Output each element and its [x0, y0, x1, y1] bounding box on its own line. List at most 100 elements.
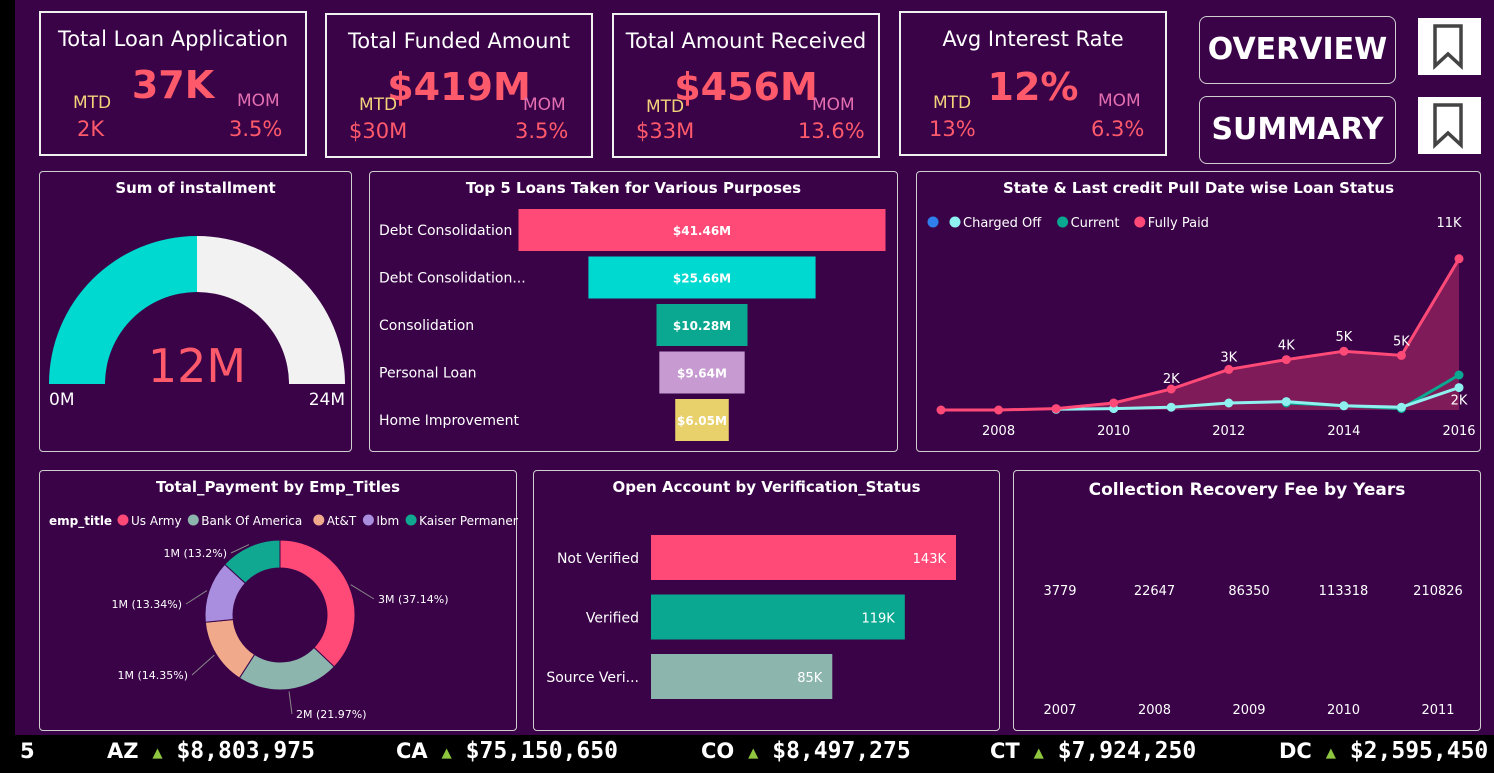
series-point [1224, 398, 1234, 408]
x-tick-label: 2010 [1097, 424, 1130, 439]
ticker-item: DC ▲ $2,595,450 [1279, 738, 1488, 764]
gauge-panel[interactable]: Sum of installment 12M 0M 24M [39, 171, 352, 452]
funnel-data-label: $25.66M [673, 272, 731, 286]
kpi-card-amount-received[interactable]: Total Amount Received $456M MTD $33M MOM… [612, 13, 880, 158]
bar [651, 535, 956, 580]
funnel-data-label: $6.05M [677, 414, 727, 428]
overview-button[interactable]: OVERVIEW [1199, 16, 1396, 84]
ticker-item: AZ ▲ $8,803,975 [107, 738, 315, 764]
kpi-mom-value: 6.3% [1091, 117, 1145, 141]
ticker-amount: $8,497,275 [772, 738, 911, 764]
funnel-category-label: Debt Consolidation... [379, 271, 526, 287]
bar-data-label: 85K [797, 671, 823, 686]
ticker-item: 5 [20, 739, 35, 763]
state-ticker: 5 AZ ▲ $8,803,975 CA ▲ $75,150,650 CO ▲ … [15, 735, 1494, 773]
triangle-up-icon: ▲ [441, 743, 452, 763]
slice-label: 1M (13.34%) [111, 598, 182, 611]
series-point [994, 405, 1004, 415]
triangle-up-icon: ▲ [1033, 743, 1044, 763]
payment-by-emp-panel[interactable]: Total_Payment by Emp_Titles emp_title Us … [39, 470, 518, 731]
top-purposes-panel[interactable]: Top 5 Loans Taken for Various Purposes D… [369, 171, 898, 452]
legend-label: Kaiser Permanente [419, 514, 518, 528]
bookmark-button-summary[interactable] [1418, 97, 1481, 154]
ticker-item: CA ▲ $75,150,650 [396, 738, 618, 764]
x-tick-label: 2008 [982, 424, 1015, 439]
fee-value-label: 3779 [1043, 584, 1076, 599]
ticker-item: CO ▲ $8,497,275 [701, 738, 911, 764]
slice-label: 2M (21.97%) [296, 708, 367, 721]
year-label: 2007 [1043, 703, 1076, 718]
x-tick-label: 2016 [1442, 424, 1475, 439]
kpi-mom-label: MOM [523, 95, 566, 115]
data-label: 5K [1335, 330, 1352, 345]
bar-category-label: Not Verified [557, 551, 639, 567]
kpi-mom-value: 3.5% [515, 119, 569, 143]
legend-label: Current [1071, 216, 1120, 231]
series-point [1454, 383, 1464, 393]
kpi-mtd-value: 13% [929, 117, 976, 141]
triangle-up-icon: ▲ [748, 743, 759, 763]
kpi-title: Total Loan Application [57, 27, 289, 51]
bookmark-button-overview[interactable] [1418, 18, 1481, 75]
legend-label: At&T [327, 514, 357, 528]
year-label: 2011 [1421, 703, 1454, 718]
series-point [1339, 346, 1349, 356]
kpi-title: Total Amount Received [625, 29, 867, 53]
legend-marker [405, 514, 417, 526]
slice-label: 3M (37.14%) [378, 593, 449, 606]
funnel-data-label: $9.64M [677, 367, 727, 381]
bar-data-label: 143K [913, 552, 947, 567]
fee-value-label: 113318 [1319, 584, 1369, 599]
gauge-max-label: 24M [309, 390, 345, 410]
year-label: 2010 [1327, 703, 1360, 718]
data-label: 11K [1436, 216, 1462, 231]
kpi-card-interest-rate[interactable]: Avg Interest Rate 12% MTD 13% MOM 6.3% [899, 11, 1167, 156]
legend-label: Ibm [376, 514, 399, 528]
kpi-mtd-label: MTD [646, 97, 685, 117]
gauge-value-label: 12M [148, 339, 246, 393]
donut-chart: emp_title Us Army Bank Of America At&T Ibm Ka… [49, 514, 518, 721]
fully-paid-area [941, 258, 1459, 410]
gauge-min-label: 0M [49, 390, 74, 410]
kpi-mtd-label: MTD [73, 93, 112, 113]
kpi-mom-value: 3.5% [229, 117, 283, 141]
kpi-mtd-value: 2K [77, 117, 105, 141]
funnel-category-label: Home Improvement [379, 413, 519, 429]
data-label: 3K [1220, 350, 1237, 365]
ticker-amount: $75,150,650 [465, 738, 618, 764]
series-point [1396, 350, 1406, 360]
x-tick-label: 2014 [1327, 424, 1360, 439]
donut-slice [279, 539, 356, 668]
legend-marker [949, 216, 961, 228]
kpi-mtd-label: MTD [359, 95, 398, 115]
recovery-fee-table: 3779 2007 22647 2008 86350 2009 113318 2010 2108… [1043, 584, 1462, 718]
bar-category-label: Source Veri... [546, 670, 639, 686]
kpi-card-loan-applications[interactable]: Total Loan Application 37K MTD 2K MOM 3.… [39, 11, 307, 156]
kpi-mom-label: MOM [237, 91, 280, 111]
funnel-data-label: $41.46M [673, 224, 731, 238]
legend-label: Fully Paid [1148, 216, 1209, 231]
slice-label: 1M (14.35%) [117, 669, 188, 682]
data-label: 2K [1451, 394, 1468, 409]
leader-line [185, 590, 208, 605]
recovery-fee-panel[interactable]: Collection Recovery Fee by Years 3779 200… [1013, 470, 1481, 731]
left-edge [0, 0, 15, 773]
verification-panel[interactable]: Open Account by Verification_Status Not … [533, 470, 1000, 731]
kpi-card-funded-amount[interactable]: Total Funded Amount $419M MTD $30M MOM 3… [325, 13, 593, 158]
triangle-up-icon: ▲ [1325, 743, 1336, 763]
bookmark-icon [1433, 103, 1463, 149]
series-point [1281, 355, 1291, 365]
ticker-item: CT ▲ $7,924,250 [990, 738, 1196, 764]
legend-label: Charged Off [963, 216, 1042, 231]
series-point [1051, 404, 1061, 414]
bar-category-label: Verified [586, 611, 639, 627]
legend-marker [362, 514, 374, 526]
summary-button[interactable]: SUMMARY [1199, 96, 1396, 164]
loan-status-panel[interactable]: State & Last credit Pull Date wise Loan … [916, 171, 1481, 452]
funnel-category-label: Consolidation [379, 318, 474, 334]
funnel-category-label: Personal Loan [379, 366, 477, 382]
series-point [1281, 397, 1291, 407]
fee-value-label: 22647 [1134, 584, 1175, 599]
line-chart: Charged Off Current Fully Paid 2K 3K 4K 5K 5K 11… [927, 216, 1476, 439]
kpi-mtd-label: MTD [933, 93, 972, 113]
